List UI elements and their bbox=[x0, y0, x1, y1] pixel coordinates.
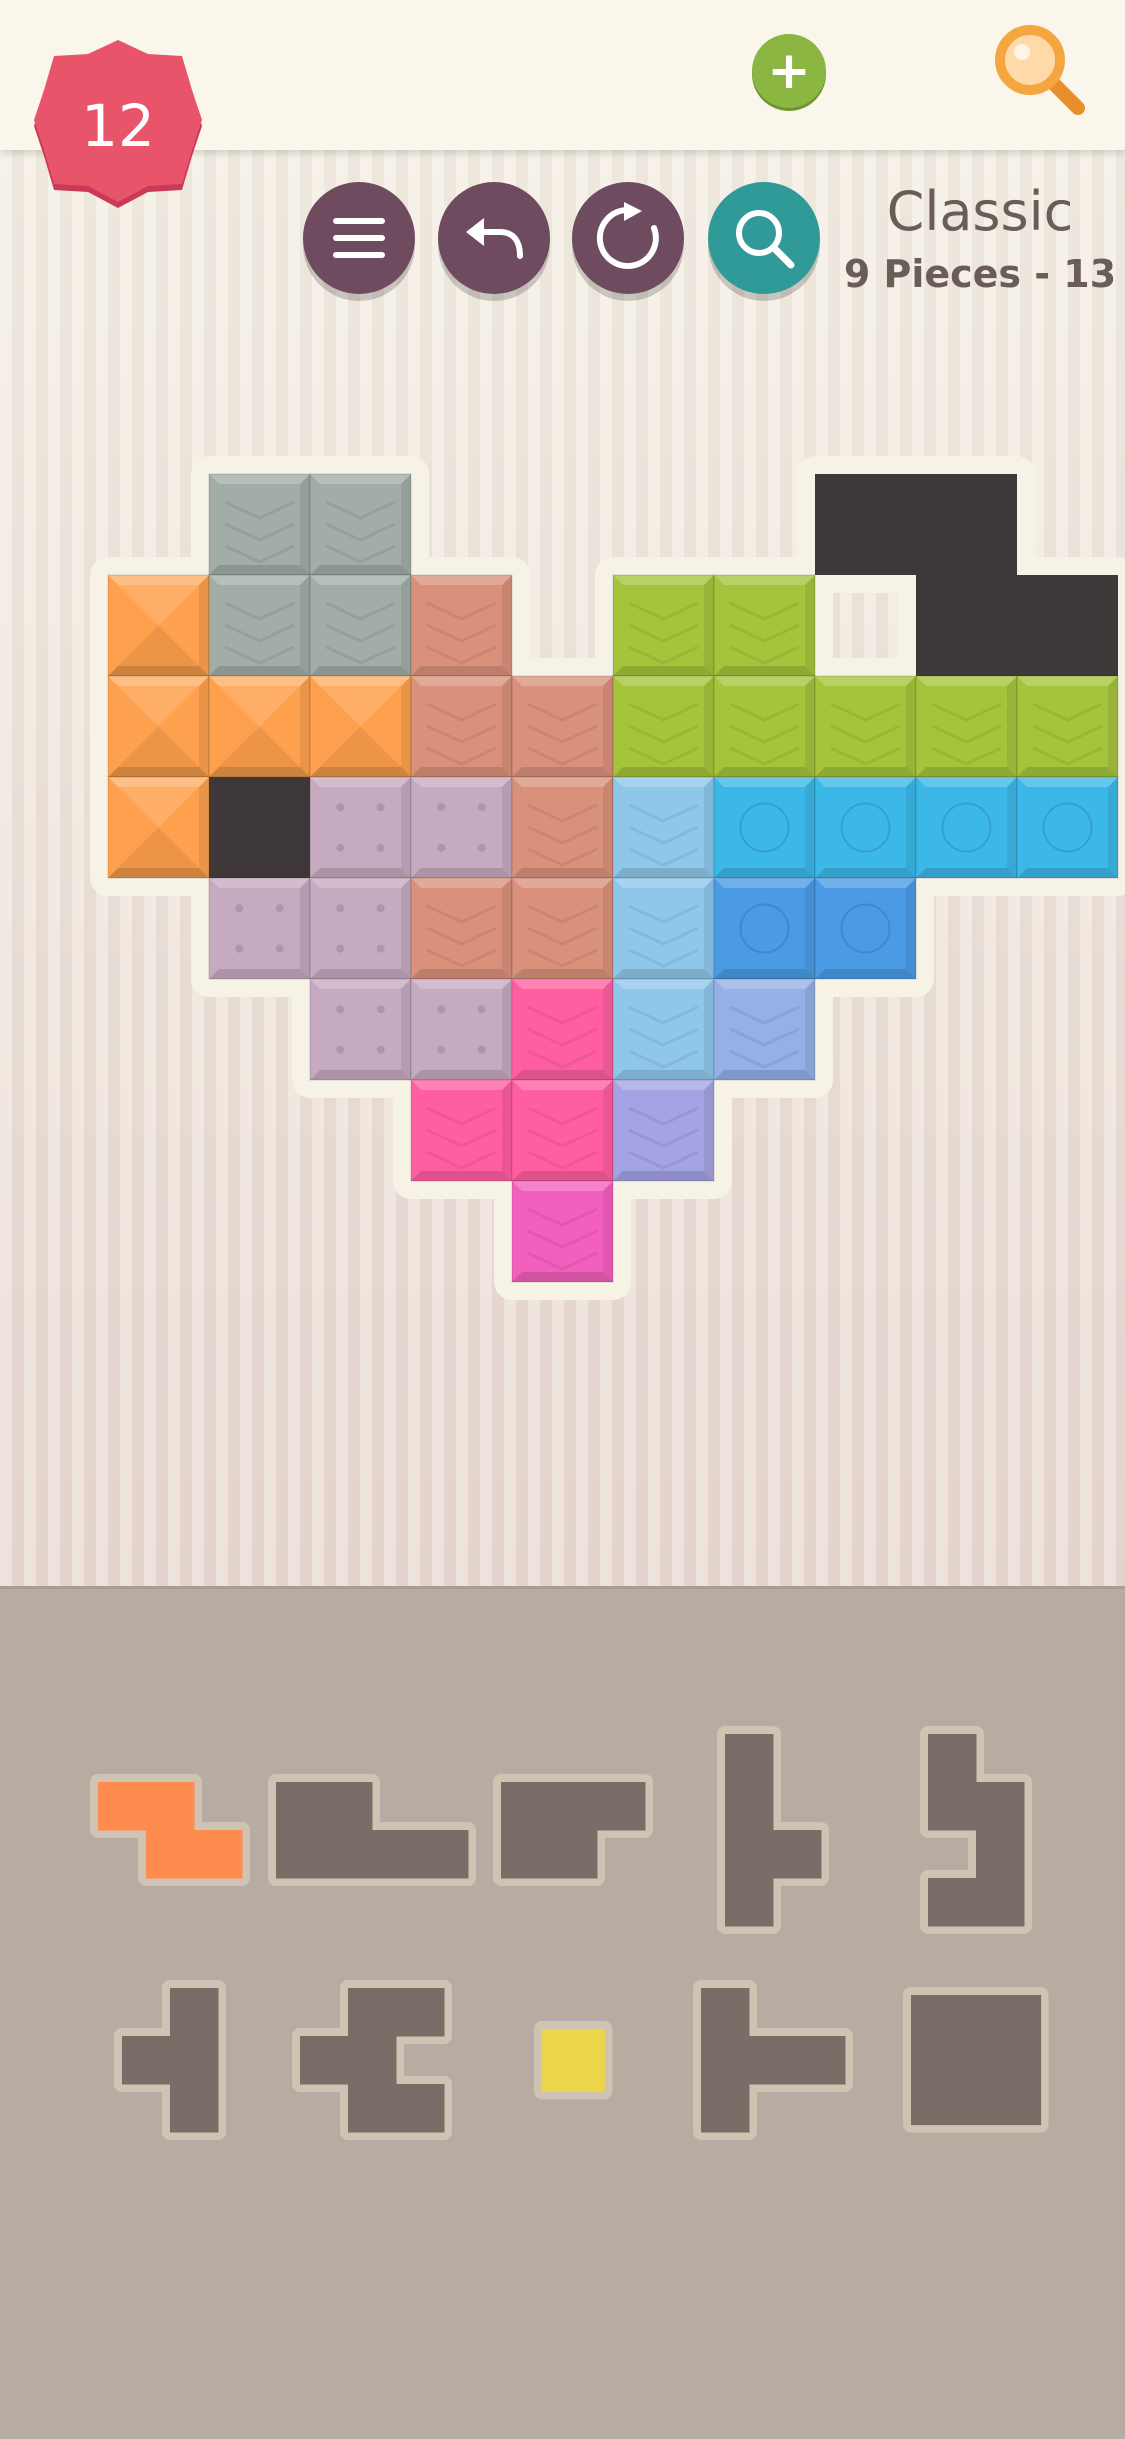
placed-cell bbox=[410, 978, 513, 1081]
tray-piece-5[interactable] bbox=[916, 1722, 1036, 1938]
placed-cell bbox=[309, 978, 412, 1081]
placed-cell bbox=[208, 473, 311, 576]
level-badge: 12 bbox=[32, 40, 204, 212]
placed-cell bbox=[410, 675, 513, 778]
placed-cell bbox=[208, 574, 311, 677]
placed-cell bbox=[915, 776, 1018, 879]
empty-cell[interactable] bbox=[916, 575, 1017, 676]
tray-piece-1[interactable] bbox=[86, 1770, 254, 1890]
empty-cell[interactable] bbox=[209, 777, 310, 878]
placed-cell bbox=[410, 1079, 513, 1182]
placed-cell bbox=[612, 978, 715, 1081]
magnifier-coin-icon bbox=[990, 20, 1090, 120]
mode-title: Classic bbox=[886, 180, 1074, 243]
menu-button[interactable] bbox=[303, 182, 415, 294]
placed-cell bbox=[612, 877, 715, 980]
placed-cell bbox=[410, 574, 513, 677]
undo-arrow-icon bbox=[466, 218, 523, 259]
placed-cell bbox=[511, 675, 614, 778]
placed-cell bbox=[309, 574, 412, 677]
placed-cell bbox=[814, 776, 917, 879]
tray-piece-7[interactable] bbox=[288, 1976, 456, 2144]
placed-cell bbox=[511, 877, 614, 980]
placed-cell bbox=[612, 776, 715, 879]
undo-button[interactable] bbox=[438, 182, 550, 294]
placed-cell bbox=[511, 1079, 614, 1182]
placed-cell bbox=[713, 675, 816, 778]
placed-cell bbox=[208, 675, 311, 778]
placed-cell bbox=[713, 978, 816, 1081]
add-coins-button[interactable]: + bbox=[752, 34, 826, 108]
tray-piece-4[interactable] bbox=[713, 1722, 833, 1938]
placed-cell bbox=[915, 675, 1018, 778]
placed-cell bbox=[410, 776, 513, 879]
placed-cell bbox=[1016, 675, 1119, 778]
placed-cell bbox=[309, 877, 412, 980]
placed-cell bbox=[713, 877, 816, 980]
placed-cell bbox=[814, 877, 917, 980]
placed-cell bbox=[309, 776, 412, 879]
placed-cell bbox=[208, 877, 311, 980]
empty-cell[interactable] bbox=[815, 474, 916, 575]
placed-cell bbox=[814, 675, 917, 778]
placed-cell bbox=[612, 574, 715, 677]
hamburger-menu-icon bbox=[333, 218, 385, 258]
mode-subtitle: 9 Pieces - 13 bbox=[843, 252, 1117, 296]
placed-cell bbox=[1016, 776, 1119, 879]
tray-piece-10[interactable] bbox=[899, 1983, 1053, 2137]
level-number: 12 bbox=[81, 92, 155, 160]
restart-button[interactable] bbox=[572, 182, 684, 294]
empty-cell[interactable] bbox=[1017, 575, 1118, 676]
tray-piece-2[interactable] bbox=[264, 1770, 480, 1890]
placed-cell bbox=[107, 776, 210, 879]
hint-button[interactable] bbox=[708, 182, 820, 294]
placed-cell bbox=[107, 574, 210, 677]
placed-cell bbox=[612, 1079, 715, 1182]
placed-cell bbox=[612, 675, 715, 778]
empty-cell[interactable] bbox=[916, 474, 1017, 575]
placed-cell bbox=[511, 978, 614, 1081]
magnifier-icon bbox=[736, 210, 795, 269]
tray-piece-9[interactable] bbox=[689, 1976, 857, 2144]
placed-cell bbox=[713, 574, 816, 677]
tray-piece-3[interactable] bbox=[489, 1770, 657, 1890]
tray-piece-8[interactable] bbox=[530, 2017, 616, 2103]
placed-cell bbox=[511, 1180, 614, 1283]
tray-piece-6[interactable] bbox=[110, 1976, 230, 2144]
placed-cell bbox=[410, 877, 513, 980]
restart-icon bbox=[596, 202, 659, 269]
placed-cell bbox=[511, 776, 614, 879]
placed-cell bbox=[713, 776, 816, 879]
placed-cell bbox=[309, 675, 412, 778]
placed-cell bbox=[107, 675, 210, 778]
placed-cell bbox=[309, 473, 412, 576]
